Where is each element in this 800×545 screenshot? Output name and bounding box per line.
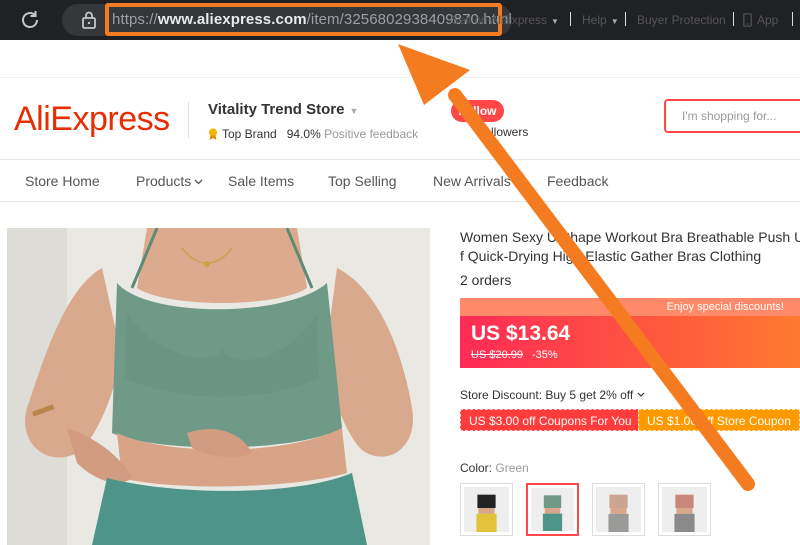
phone-icon — [743, 13, 752, 27]
top-brand-badge: Top Brand — [222, 127, 277, 141]
divider — [792, 12, 793, 26]
chevron-down-icon — [637, 392, 644, 397]
search-input[interactable]: I'm shopping for... — [664, 99, 800, 133]
discount-percent: -35% — [532, 349, 558, 361]
chevron-down-icon: ▼ — [551, 17, 559, 26]
color-swatch-pink[interactable] — [658, 483, 711, 536]
swatch-thumbnail — [464, 487, 509, 532]
color-label: Color: Green — [460, 461, 529, 475]
chevron-down-icon — [194, 179, 203, 185]
product-photo-illustration — [7, 228, 430, 545]
swatch-thumbnail — [596, 487, 641, 532]
coupon-button[interactable]: US $3.00 off Coupons For You — [460, 409, 641, 431]
swatch-thumbnail — [662, 487, 707, 532]
chevron-down-icon: ▼ — [349, 106, 359, 116]
divider — [733, 12, 734, 26]
nav-products[interactable]: Products — [136, 173, 203, 189]
aliexpress-logo[interactable]: AliExpress — [14, 100, 170, 139]
store-coupon-button[interactable]: US $1.00 off Store Coupon — [638, 409, 800, 431]
store-badges: Top Brand 94.0% Positive feedback — [208, 127, 418, 141]
sale-price: US $13.64 — [471, 322, 571, 345]
product-main-image[interactable] — [7, 228, 430, 545]
swatch-thumbnail — [531, 488, 574, 531]
promo-text: Enjoy special discounts! — [666, 301, 784, 313]
utility-bar — [0, 40, 800, 78]
sell-on-aliexpress-link[interactable]: Sell on AliExpress ▼ — [451, 13, 559, 27]
followers-count: Followers — [477, 125, 529, 139]
feedback-label: Positive feedback — [324, 127, 419, 141]
store-name[interactable]: Vitality Trend Store ▼ — [208, 101, 358, 118]
chevron-down-icon: ▼ — [610, 17, 619, 26]
help-link[interactable]: Help ▼ — [582, 13, 619, 27]
nav-store-home[interactable]: Store Home — [25, 173, 100, 189]
url-highlight-box — [105, 3, 502, 36]
color-swatch-beige[interactable] — [592, 483, 645, 536]
divider — [188, 102, 189, 138]
app-link[interactable]: App — [743, 13, 778, 27]
nav-feedback[interactable]: Feedback — [547, 173, 608, 189]
nav-sale-items[interactable]: Sale Items — [228, 173, 294, 189]
feedback-value: 94.0% — [286, 127, 321, 141]
divider — [570, 12, 571, 26]
nav-new-arrivals[interactable]: New Arrivals — [433, 173, 511, 189]
color-swatch-green[interactable] — [526, 483, 579, 536]
reload-icon[interactable] — [18, 8, 42, 32]
medal-icon — [209, 128, 217, 140]
product-title: Women Sexy U Shape Workout Bra Breathabl… — [460, 229, 800, 264]
store-discount[interactable]: Store Discount: Buy 5 get 2% off — [460, 388, 645, 402]
follow-button[interactable]: Follow — [451, 100, 504, 122]
lock-icon[interactable] — [80, 10, 98, 30]
order-count: 2 orders — [460, 272, 512, 288]
color-swatch-black[interactable] — [460, 483, 513, 536]
buyer-protection-link[interactable]: Buyer Protection — [637, 13, 726, 27]
nav-top-selling[interactable]: Top Selling — [328, 173, 397, 189]
store-nav — [0, 160, 800, 202]
divider — [625, 12, 626, 26]
original-price: US $20.99 — [471, 349, 523, 361]
